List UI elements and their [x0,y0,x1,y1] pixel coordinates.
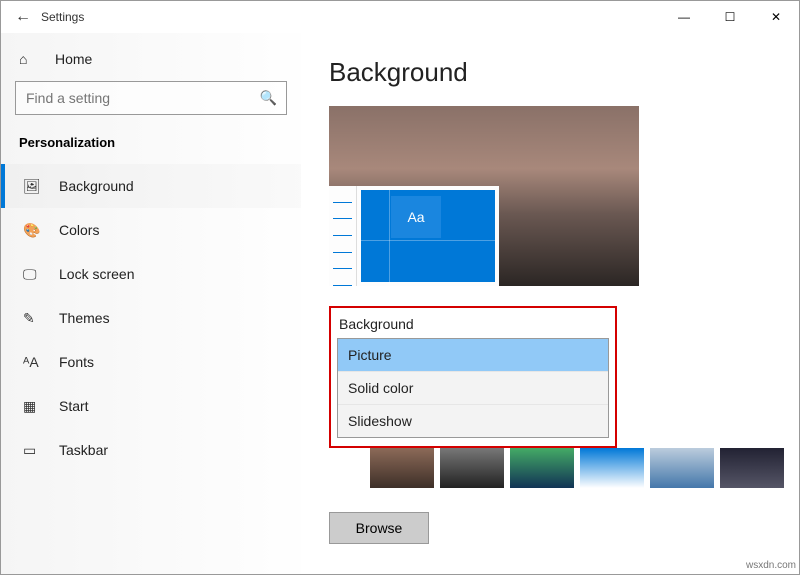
preview-mock-window: Aa [329,186,499,286]
sidebar-item-label: Background [59,178,134,194]
home-icon: ⌂ [19,51,41,67]
picture-icon: 🖼 [23,178,45,195]
background-dropdown-label: Background [339,316,609,332]
desktop-preview: Aa [329,106,639,286]
highlight-annotation: Background Picture Solid color Slideshow [329,306,617,448]
watermark: wsxdn.com [746,560,796,571]
sidebar-item-taskbar[interactable]: ▭ Taskbar [1,428,301,472]
grid-icon: ▦ [23,398,45,415]
page-title: Background [329,57,771,88]
back-button[interactable]: ← [9,8,37,26]
search-icon: 🔍 [260,90,277,107]
sidebar-item-colors[interactable]: 🎨 Colors [1,208,301,252]
titlebar: ← Settings — ☐ ✕ [1,1,799,33]
sidebar-item-label: Taskbar [59,442,108,458]
taskbar-icon: ▭ [23,442,45,459]
home-label: Home [55,51,92,67]
thumbnail[interactable] [510,448,574,488]
monitor-icon: 🖵 [23,266,45,283]
pencil-icon: ✎ [23,310,45,327]
thumbnail[interactable] [580,448,644,488]
home-nav[interactable]: ⌂ Home [1,41,301,77]
category-label: Personalization [1,131,301,164]
main-panel: Background Aa Background Picture Solid c… [301,33,799,574]
thumbnail[interactable] [370,448,434,488]
sidebar-item-label: Colors [59,222,99,238]
dropdown-option-picture[interactable]: Picture [338,339,608,371]
sidebar-item-label: Start [59,398,89,414]
preview-tile: Aa [391,196,441,238]
sidebar-item-label: Themes [59,310,110,326]
settings-window: ← Settings — ☐ ✕ ⌂ Home 🔍 Personalizatio… [0,0,800,575]
thumbnail[interactable] [440,448,504,488]
window-title: Settings [41,10,84,24]
window-controls: — ☐ ✕ [661,1,799,33]
sidebar-item-start[interactable]: ▦ Start [1,384,301,428]
background-dropdown[interactable]: Picture Solid color Slideshow [337,338,609,438]
sidebar-item-label: Fonts [59,354,94,370]
thumbnail[interactable] [720,448,784,488]
minimize-button[interactable]: — [661,1,707,33]
search-input[interactable] [15,81,287,115]
font-icon: ᴬA [23,354,45,370]
sidebar-item-themes[interactable]: ✎ Themes [1,296,301,340]
dropdown-option-slideshow[interactable]: Slideshow [338,404,608,437]
thumbnail[interactable] [650,448,714,488]
dropdown-option-solid-color[interactable]: Solid color [338,371,608,404]
close-button[interactable]: ✕ [753,1,799,33]
maximize-button[interactable]: ☐ [707,1,753,33]
sidebar: ⌂ Home 🔍 Personalization 🖼 Background 🎨 … [1,33,301,574]
sidebar-item-fonts[interactable]: ᴬA Fonts [1,340,301,384]
browse-button[interactable]: Browse [329,512,429,544]
sidebar-item-label: Lock screen [59,266,134,282]
sidebar-item-lock-screen[interactable]: 🖵 Lock screen [1,252,301,296]
palette-icon: 🎨 [23,222,45,239]
sidebar-item-background[interactable]: 🖼 Background [1,164,301,208]
picture-thumbnails [370,448,784,488]
